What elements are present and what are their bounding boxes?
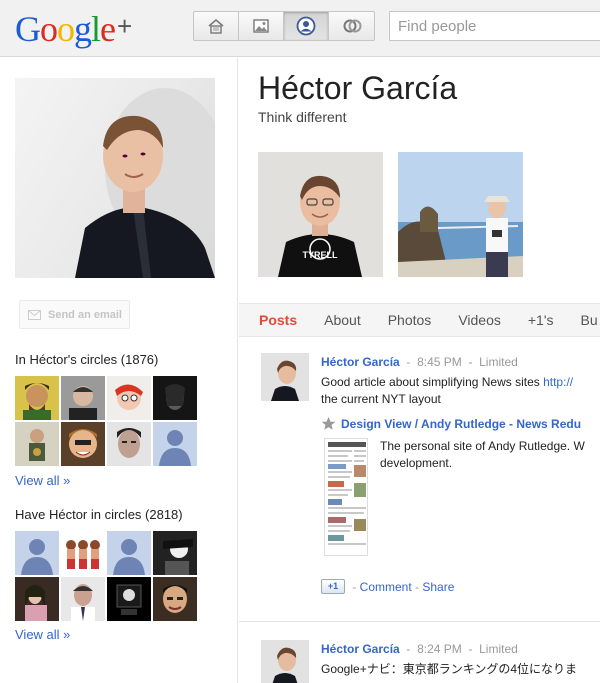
logo-text: Google bbox=[15, 9, 116, 49]
profile-photo[interactable] bbox=[15, 78, 215, 278]
attachment-desc-line: The personal site of Andy Rutledge. W bbox=[380, 439, 585, 453]
comment-link[interactable]: Comment bbox=[360, 580, 412, 594]
have-in-circles-title: Have Héctor in circles (2818) bbox=[15, 507, 183, 522]
post-visibility[interactable]: Limited bbox=[479, 642, 518, 656]
circle-member-thumb[interactable] bbox=[61, 577, 105, 621]
profile-tagline: Think different bbox=[258, 109, 347, 125]
envelope-icon bbox=[28, 309, 41, 320]
post-actions: +1 - Comment - Share bbox=[321, 579, 454, 594]
have-in-circles-grid bbox=[15, 531, 197, 621]
nav-circles-button[interactable] bbox=[329, 12, 374, 40]
profile-icon bbox=[296, 16, 316, 36]
nav-home-button[interactable] bbox=[194, 12, 239, 40]
circle-member-thumb[interactable] bbox=[107, 422, 151, 466]
post-text: Google+ナビ：東京都ランキングの4位になりま bbox=[321, 661, 577, 678]
post-time[interactable]: 8:45 PM bbox=[417, 355, 462, 369]
view-all-have-in-circles-link[interactable]: View all » bbox=[15, 627, 70, 642]
profile-sidebar: Send an email In Héctor's circles (1876)… bbox=[0, 58, 238, 683]
tab-photos[interactable]: Photos bbox=[388, 304, 432, 336]
circle-member-thumb[interactable] bbox=[61, 531, 105, 575]
scrapbook-photo[interactable]: TYRELL bbox=[258, 152, 383, 277]
scrapbook-photo[interactable] bbox=[398, 152, 523, 277]
circle-member-thumb[interactable] bbox=[15, 376, 59, 420]
profile-tabs: Posts About Photos Videos +1's Bu bbox=[239, 303, 600, 337]
post-author-name[interactable]: Héctor García bbox=[321, 642, 400, 656]
circle-member-thumb[interactable] bbox=[153, 531, 197, 575]
circle-member-thumb[interactable] bbox=[15, 577, 59, 621]
star-icon[interactable] bbox=[321, 416, 336, 431]
post-visibility[interactable]: Limited bbox=[479, 355, 518, 369]
tab-about[interactable]: About bbox=[324, 304, 361, 336]
attachment-thumbnail[interactable] bbox=[324, 438, 368, 556]
post-author-name[interactable]: Héctor García bbox=[321, 355, 400, 369]
post-text-line: Google+ナビ：東京都ランキングの4位になりま bbox=[321, 662, 578, 676]
attachment-title[interactable]: Design View / Andy Rutledge - News Redu bbox=[321, 416, 581, 431]
circles-icon bbox=[343, 19, 361, 33]
main-nav bbox=[193, 11, 375, 41]
tab-posts[interactable]: Posts bbox=[259, 304, 297, 336]
circle-member-thumb[interactable] bbox=[15, 422, 59, 466]
post-author-avatar[interactable] bbox=[261, 353, 309, 401]
post-author-avatar[interactable] bbox=[261, 640, 309, 683]
post-text: Good article about simplifying News site… bbox=[321, 374, 573, 408]
send-email-button[interactable]: Send an email bbox=[19, 300, 130, 329]
profile-main: Héctor García Think different TYRELL Pos… bbox=[239, 58, 600, 683]
tab-videos[interactable]: Videos bbox=[458, 304, 501, 336]
circle-member-thumb[interactable] bbox=[107, 376, 151, 420]
post-divider bbox=[239, 621, 600, 622]
profile-name: Héctor García bbox=[258, 70, 458, 106]
google-plus-logo[interactable]: Google+ bbox=[15, 8, 132, 49]
circle-member-thumb[interactable] bbox=[61, 422, 105, 466]
search-input[interactable] bbox=[389, 11, 600, 41]
circle-member-thumb[interactable] bbox=[107, 531, 151, 575]
post-item: Héctor García - 8:45 PM - Limited Good a… bbox=[239, 351, 600, 621]
post-link[interactable]: http:// bbox=[543, 375, 573, 389]
circle-member-thumb[interactable] bbox=[107, 577, 151, 621]
post-meta: Héctor García - 8:45 PM - Limited bbox=[321, 355, 518, 369]
circle-member-thumb[interactable] bbox=[153, 577, 197, 621]
circle-member-thumb[interactable] bbox=[61, 376, 105, 420]
attachment-description: The personal site of Andy Rutledge. W de… bbox=[380, 438, 585, 472]
post-item: Héctor García - 8:24 PM - Limited Google… bbox=[239, 638, 600, 683]
logo-plus: + bbox=[117, 11, 132, 41]
nav-profile-button[interactable] bbox=[284, 12, 329, 40]
view-all-in-circles-link[interactable]: View all » bbox=[15, 473, 70, 488]
share-link[interactable]: Share bbox=[422, 580, 454, 594]
in-circles-title: In Héctor's circles (1876) bbox=[15, 352, 159, 367]
in-circles-grid bbox=[15, 376, 197, 466]
tab-buzz[interactable]: Bu bbox=[581, 304, 598, 336]
post-text-line: the current NYT layout bbox=[321, 392, 441, 406]
plusone-button[interactable]: +1 bbox=[321, 579, 345, 594]
top-bar: Google+ bbox=[0, 0, 600, 57]
attachment-title-text: Design View / Andy Rutledge - News Redu bbox=[341, 416, 582, 431]
home-icon bbox=[208, 18, 224, 34]
post-text-line: Good article about simplifying News site… bbox=[321, 375, 544, 389]
attachment-desc-line: development. bbox=[380, 456, 453, 470]
tab-plusones[interactable]: +1's bbox=[528, 304, 554, 336]
nav-photos-button[interactable] bbox=[239, 12, 284, 40]
circle-member-thumb[interactable] bbox=[153, 422, 197, 466]
post-meta: Héctor García - 8:24 PM - Limited bbox=[321, 642, 518, 656]
circle-member-thumb[interactable] bbox=[15, 531, 59, 575]
circle-member-thumb[interactable] bbox=[153, 376, 197, 420]
send-email-label: Send an email bbox=[48, 308, 122, 321]
photos-icon bbox=[253, 19, 269, 33]
post-time[interactable]: 8:24 PM bbox=[417, 642, 462, 656]
